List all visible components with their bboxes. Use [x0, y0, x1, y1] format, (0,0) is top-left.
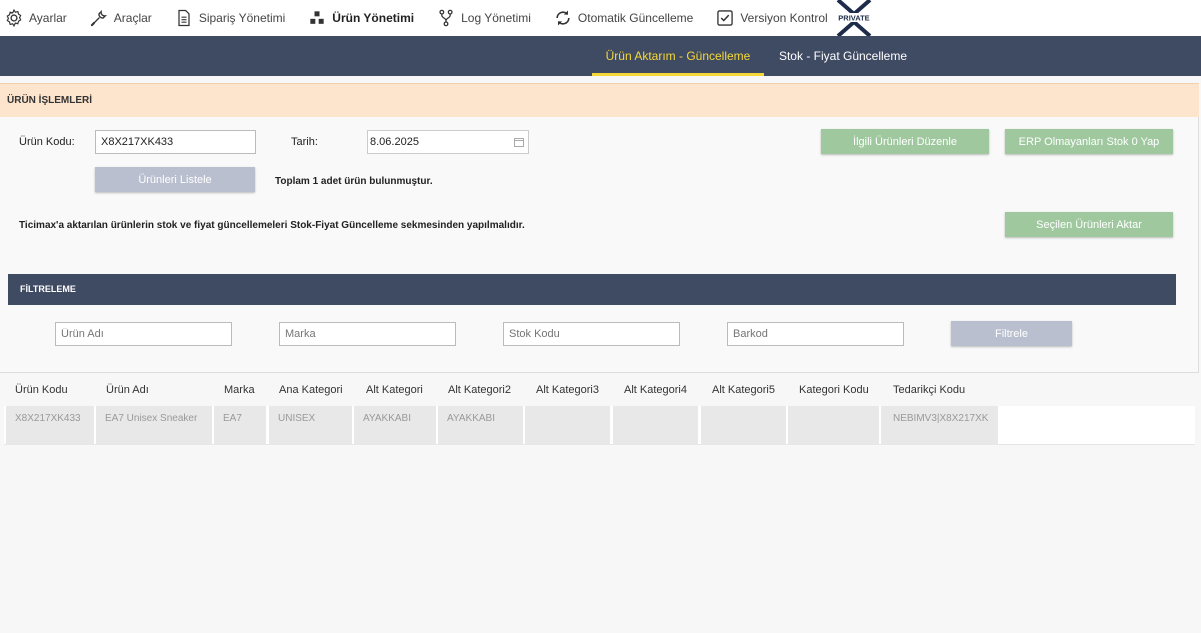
- menu-item-araclar[interactable]: Araçlar: [85, 0, 152, 36]
- result-count-text: Toplam 1 adet ürün bulunmuştur.: [275, 176, 433, 187]
- menu-label-ayarlar: Ayarlar: [29, 11, 67, 25]
- urun-adi-filter-input[interactable]: [55, 322, 232, 346]
- col-header-alt-kategori5[interactable]: Alt Kategori5: [712, 384, 775, 396]
- col-header-ana-kategori[interactable]: Ana Kategori: [279, 384, 343, 396]
- table-cell: EA7 Unisex Sneaker: [96, 406, 212, 445]
- erp-stok-sifirla-button[interactable]: ERP Olmayanları Stok 0 Yap: [1005, 129, 1173, 154]
- tab-bar: Ürün Aktarım - Güncelleme Stok - Fiyat G…: [0, 36, 1201, 76]
- menu-item-urun-yonetimi[interactable]: Ürün Yönetimi: [303, 0, 414, 36]
- col-header-marka[interactable]: Marka: [224, 384, 255, 396]
- table-cell: UNISEX: [269, 406, 352, 445]
- document-icon: [178, 9, 190, 27]
- branch-icon: [439, 9, 453, 27]
- col-header-alt-kategori2[interactable]: Alt Kategori2: [448, 384, 511, 396]
- table-cell: EA7: [214, 406, 266, 445]
- menu-item-versiyon-kontrol[interactable]: Versiyon Kontrol: [711, 0, 828, 36]
- urunleri-listele-button[interactable]: Ürünleri Listele: [95, 167, 255, 192]
- col-header-urun-adi[interactable]: Ürün Adı: [106, 384, 149, 396]
- table-cell: [613, 406, 698, 445]
- menu-label-versiyon-kontrol: Versiyon Kontrol: [740, 11, 828, 25]
- calendar-icon[interactable]: [514, 137, 524, 147]
- menu-label-siparis-yonetimi: Sipariş Yönetimi: [198, 11, 286, 25]
- col-header-kategori-kodu[interactable]: Kategori Kodu: [799, 384, 869, 396]
- urun-kodu-input[interactable]: X8X217XK433: [95, 130, 256, 154]
- table-cell: [788, 406, 879, 445]
- table-cell: AYAKKABI: [354, 406, 436, 445]
- stok-kodu-filter-input[interactable]: [503, 322, 680, 346]
- filtreleme-header: FİLTRELEME: [8, 274, 1176, 305]
- menu-item-otomatik-guncelleme[interactable]: Otomatik Güncelleme: [549, 0, 693, 36]
- marka-filter-input[interactable]: [279, 322, 456, 346]
- tab-stok-fiyat[interactable]: Stok - Fiyat Güncelleme: [770, 36, 916, 76]
- col-header-alt-kategori4[interactable]: Alt Kategori4: [624, 384, 687, 396]
- menu-item-ayarlar[interactable]: Ayarlar: [0, 0, 67, 36]
- urun-kodu-label: Ürün Kodu:: [19, 136, 75, 148]
- table-cell: NEBIMV3|X8X217XK: [881, 406, 998, 445]
- table-cell: X8X217XK433: [6, 406, 94, 445]
- top-menu: Ayarlar Araçlar Sipariş Yönetimi Ürün Yö…: [0, 0, 1201, 38]
- info-text: Ticimax'a aktarılan ürünlerin stok ve fi…: [19, 220, 525, 231]
- tarih-value: 8.06.2025: [370, 136, 419, 148]
- menu-label-log-yonetimi: Log Yönetimi: [461, 11, 531, 25]
- menu-label-araclar: Araçlar: [113, 11, 152, 25]
- filtrele-button[interactable]: Filtrele: [951, 321, 1072, 346]
- secilen-urunleri-aktar-button[interactable]: Seçilen Ürünleri Aktar: [1005, 212, 1173, 237]
- menu-item-log-yonetimi[interactable]: Log Yönetimi: [432, 0, 531, 36]
- wrench-icon: [90, 9, 107, 27]
- private-logo: PRIVATE: [834, 0, 874, 38]
- col-header-alt-kategori3[interactable]: Alt Kategori3: [536, 384, 599, 396]
- urun-islemleri-header: ÜRÜN İŞLEMLERİ: [0, 83, 1199, 117]
- gear-icon: [6, 8, 22, 28]
- col-header-alt-kategori[interactable]: Alt Kategori: [366, 384, 423, 396]
- tarih-input[interactable]: 8.06.2025: [367, 130, 529, 154]
- checkbox-icon: [717, 10, 734, 26]
- barkod-filter-input[interactable]: [727, 322, 904, 346]
- table-cell: [701, 406, 786, 445]
- tarih-label: Tarih:: [291, 136, 318, 148]
- col-header-urun-kodu[interactable]: Ürün Kodu: [15, 384, 68, 396]
- table-cell: [525, 406, 610, 445]
- menu-item-siparis-yonetimi[interactable]: Sipariş Yönetimi: [170, 0, 285, 36]
- menu-label-urun-yonetimi: Ürün Yönetimi: [332, 11, 415, 25]
- table-cell: AYAKKABI: [438, 406, 523, 445]
- ilgili-urunleri-duzenle-button[interactable]: İlgili Ürünleri Düzenle: [821, 129, 989, 154]
- tab-urun-aktarim[interactable]: Ürün Aktarım - Güncelleme: [592, 36, 764, 76]
- logo-text: PRIVATE: [838, 14, 869, 23]
- menu-label-otomatik-guncelleme: Otomatik Güncelleme: [577, 11, 694, 25]
- boxes-icon: [310, 11, 324, 24]
- col-header-tedarikci-kodu[interactable]: Tedarikçi Kodu: [893, 384, 965, 396]
- refresh-icon: [556, 10, 570, 26]
- table-row[interactable]: X8X217XK433 EA7 Unisex Sneaker EA7 UNISE…: [4, 406, 1195, 445]
